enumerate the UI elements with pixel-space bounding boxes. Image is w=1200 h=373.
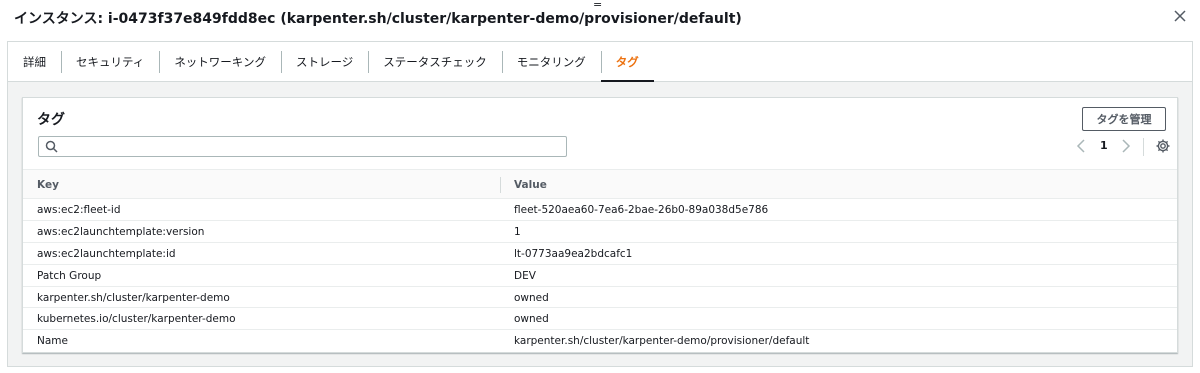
table-row: Patch Group DEV (23, 265, 1177, 287)
card-title: タグ (37, 112, 65, 128)
tag-value: lt-0773aa9ea2bdcafc1 (514, 247, 633, 260)
tab-tags[interactable]: タグ (600, 42, 654, 82)
chevron-left-icon (1076, 139, 1085, 153)
tag-value: karpenter.sh/cluster/karpenter-demo/prov… (514, 335, 810, 348)
tab-storage[interactable]: ストレージ (280, 42, 368, 81)
tab-bar: 詳細 セキュリティ ネットワーキング ストレージ ステータスチェック モニタリン… (8, 42, 1192, 82)
table-row: Name karpenter.sh/cluster/karpenter-demo… (23, 330, 1177, 352)
next-page-button[interactable] (1120, 138, 1132, 158)
close-button[interactable] (1170, 6, 1190, 26)
tags-table: Key Value aws:ec2:fleet-id fleet-520aea6… (23, 169, 1177, 352)
search-icon (45, 140, 58, 153)
pagination: 1 (1073, 136, 1173, 157)
tab-details[interactable]: 詳細 (8, 42, 61, 81)
tab-security[interactable]: セキュリティ (61, 42, 159, 81)
column-divider (500, 177, 501, 193)
tags-card: タグ タグを管理 1 Key Value aws:ec2:fleet-id fl… (22, 97, 1178, 353)
column-header-value[interactable]: Value (514, 179, 547, 191)
table-header: Key Value (23, 169, 1177, 199)
tag-key: Patch Group (37, 269, 102, 282)
manage-tags-button[interactable]: タグを管理 (1082, 107, 1166, 131)
tag-key: aws:ec2:fleet-id (37, 204, 121, 216)
page-title: インスタンス: i-0473f37e849fdd8ec (karpenter.s… (14, 11, 742, 27)
drag-handle-mark: = (593, 0, 603, 11)
tag-key: karpenter.sh/cluster/karpenter-demo (37, 291, 230, 304)
tab-monitoring[interactable]: モニタリング (501, 42, 601, 81)
chevron-right-icon (1122, 139, 1131, 153)
tag-value: owned (514, 313, 549, 326)
table-row: karpenter.sh/cluster/karpenter-demo owne… (23, 287, 1177, 309)
instance-details-panel: 詳細 セキュリティ ネットワーキング ストレージ ステータスチェック モニタリン… (7, 41, 1193, 367)
tag-key: aws:ec2launchtemplate:id (37, 247, 176, 260)
column-header-key[interactable]: Key (37, 179, 59, 191)
tag-key: kubernetes.io/cluster/karpenter-demo (37, 313, 236, 326)
table-row: aws:ec2launchtemplate:version 1 (23, 221, 1177, 243)
table-row: aws:ec2:fleet-id fleet-520aea60-7ea6-2ba… (23, 199, 1177, 221)
preferences-button[interactable] (1155, 138, 1171, 158)
tag-value: DEV (514, 269, 536, 282)
modal-header: インスタンス: i-0473f37e849fdd8ec (karpenter.s… (0, 0, 1200, 36)
tag-key: Name (37, 335, 68, 348)
search-input[interactable] (63, 138, 563, 155)
pager-divider (1143, 138, 1144, 156)
previous-page-button[interactable] (1075, 138, 1087, 158)
tag-value: fleet-520aea60-7ea6-2bae-26b0-89a038d5e7… (514, 204, 769, 216)
table-row: aws:ec2launchtemplate:id lt-0773aa9ea2bd… (23, 243, 1177, 265)
tag-search[interactable] (38, 136, 567, 157)
tab-status-checks[interactable]: ステータスチェック (368, 42, 502, 81)
gear-icon (1156, 139, 1170, 153)
tab-networking[interactable]: ネットワーキング (159, 42, 281, 81)
tag-key: aws:ec2launchtemplate:version (37, 225, 205, 238)
tag-value: owned (514, 291, 549, 304)
close-icon (1174, 10, 1186, 22)
tag-value: 1 (514, 225, 521, 238)
table-row: kubernetes.io/cluster/karpenter-demo own… (23, 308, 1177, 331)
current-page[interactable]: 1 (1100, 139, 1108, 152)
